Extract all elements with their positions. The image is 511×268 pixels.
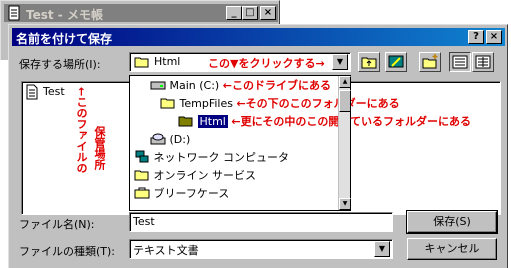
dialog-close-button[interactable]: ×: [486, 30, 502, 44]
location-label: 保存する場所(I):: [19, 58, 101, 71]
filename-input[interactable]: Test: [129, 212, 393, 232]
desktop-icon: [388, 55, 404, 68]
filetype-value: テキスト文書: [133, 244, 199, 257]
dropdown-item-label-selected: Html: [197, 115, 228, 128]
dropdown-item-online[interactable]: オンライン サービス: [134, 168, 256, 184]
dropdown-item-briefcase[interactable]: ブリーフケース: [134, 186, 229, 202]
list-view-icon: [452, 55, 468, 69]
filetype-label: ファイルの種類(T):: [19, 245, 116, 258]
annotation-folder: ←その下のこのフォルダーにある: [236, 97, 400, 110]
filename-label: ファイル名(N):: [19, 218, 95, 231]
location-value: Html: [154, 55, 181, 68]
location-combo[interactable]: Html この▼をクリックする→ ▼: [129, 52, 351, 72]
notepad-title-bar[interactable]: Test - メモ帳 _ □ ×: [4, 4, 278, 22]
up-folder-button[interactable]: [358, 52, 380, 72]
dropdown-item-tempfiles[interactable]: TempFiles ←その下のこのフォルダーにある: [160, 96, 400, 112]
chevron-down-icon[interactable]: ▼: [332, 54, 348, 70]
dropdown-item-label: Main (C:): [169, 79, 220, 92]
annotation-storage-2: 保管場所: [93, 126, 106, 170]
dropdown-item-label: (D:): [169, 133, 191, 146]
scroll-down-icon[interactable]: ▼: [339, 198, 351, 210]
drive-icon: [150, 81, 166, 90]
maximize-button[interactable]: □: [242, 6, 258, 20]
new-folder-icon: [422, 54, 438, 69]
chevron-down-icon[interactable]: ▼: [374, 241, 390, 257]
folder-icon: [134, 57, 149, 68]
dropdown-item-drive-d[interactable]: (D:): [150, 132, 190, 148]
dropdown-item-label: オンライン サービス: [153, 169, 257, 182]
annotation-drive: ←このドライブにある: [222, 79, 331, 92]
help-button[interactable]: ?: [468, 30, 484, 44]
scroll-thumb[interactable]: [339, 90, 351, 112]
filetype-combo[interactable]: テキスト文書 ▼: [129, 239, 393, 259]
save-button[interactable]: 保存(S): [406, 210, 498, 234]
dropdown-item-label: ネットワーク コンピュータ: [153, 151, 290, 164]
details-view-button[interactable]: [472, 52, 494, 72]
folder-open-icon: [160, 98, 175, 109]
cdrom-icon: [150, 133, 166, 145]
folder-open-icon: [178, 116, 193, 127]
dropdown-item-drive-c[interactable]: Main (C:) ←このドライブにある: [150, 78, 331, 94]
desktop-button[interactable]: [385, 52, 407, 72]
annotation-open-folder: ←更にその中のこの開いているフォルダーにある: [231, 115, 472, 128]
list-view-button[interactable]: [449, 52, 471, 72]
details-view-icon: [475, 55, 491, 69]
notepad-icon: [8, 5, 20, 21]
minimize-button[interactable]: _: [226, 6, 242, 20]
briefcase-icon: [134, 187, 150, 199]
up-folder-icon: [361, 57, 377, 69]
text-file-icon: [26, 84, 38, 100]
notepad-title: Test - メモ帳: [26, 8, 103, 22]
new-folder-button[interactable]: [419, 52, 441, 72]
dropdown-scrollbar[interactable]: ▲ ▼: [338, 76, 351, 210]
scroll-up-icon[interactable]: ▲: [339, 76, 351, 88]
dropdown-item-network[interactable]: ネットワーク コンピュータ: [134, 150, 289, 166]
file-name: Test: [43, 85, 65, 98]
location-dropdown[interactable]: Main (C:) ←このドライブにある TempFiles ←その下のこのフォ…: [129, 75, 471, 211]
dialog-title: 名前を付けて保存: [16, 32, 113, 46]
annotation-storage-1: ←このファイルの: [75, 87, 88, 174]
close-button[interactable]: ×: [260, 6, 276, 20]
dropdown-item-label: ブリーフケース: [153, 187, 230, 200]
dialog-title-bar[interactable]: 名前を付けて保存 ? ×: [12, 28, 505, 46]
dropdown-item-label: TempFiles: [179, 97, 233, 110]
dropdown-item-html[interactable]: Html ←更にその中のこの開いているフォルダーにある: [178, 114, 471, 130]
annotation-click-arrow: この▼をクリックする→: [208, 57, 325, 70]
network-icon: [135, 150, 149, 163]
folder-icon: [134, 170, 149, 181]
save-as-dialog: 名前を付けて保存 ? × 保存する場所(I): Html この▼をクリックする→…: [8, 24, 508, 268]
cancel-button[interactable]: キャンセル: [407, 238, 497, 260]
